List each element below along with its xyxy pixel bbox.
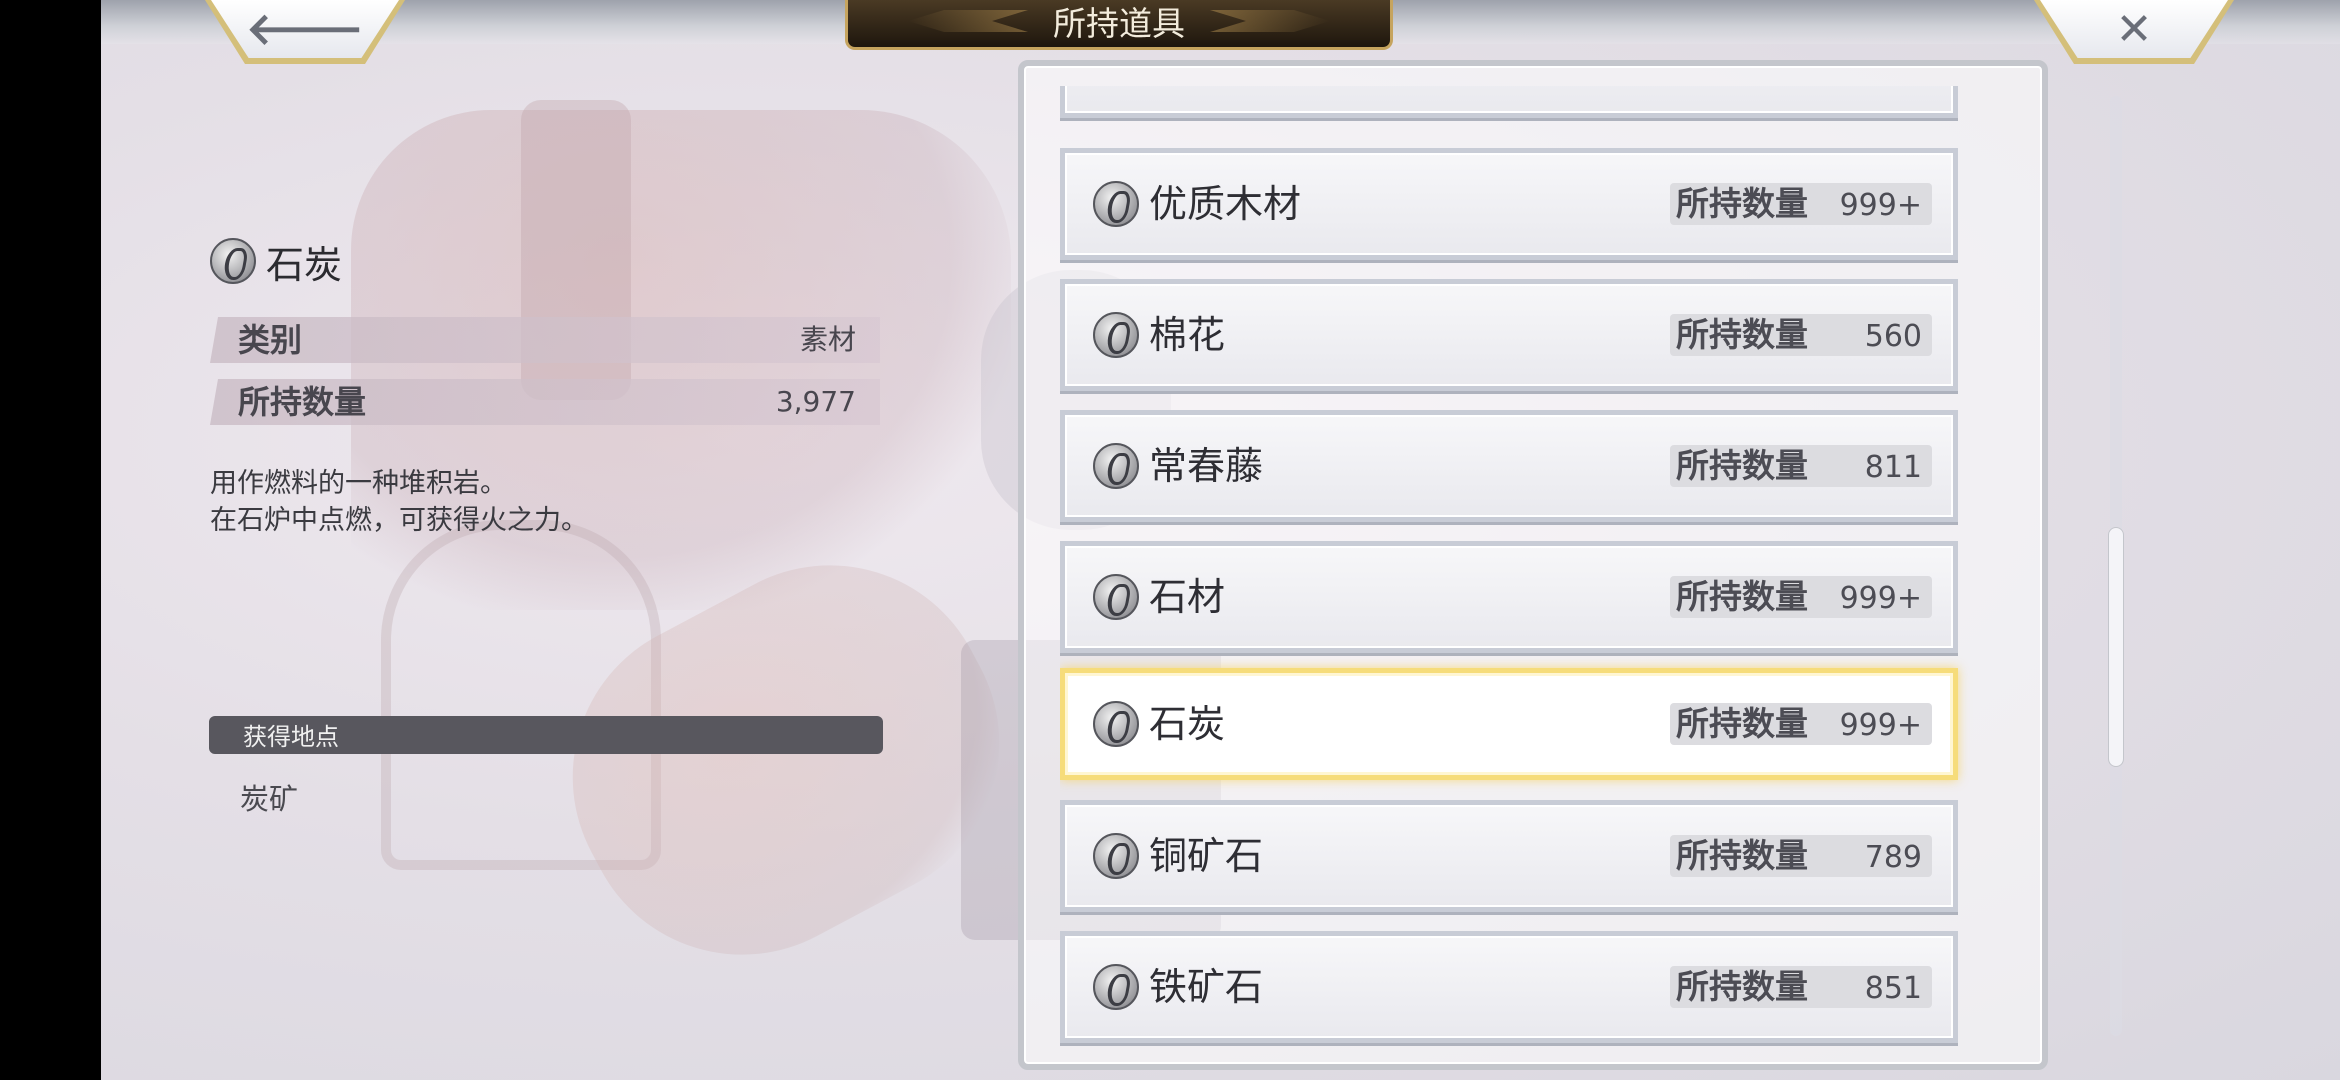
quantity-label: 所持数量 — [1676, 836, 1808, 875]
quantity-badge: 所持数量 999+ — [1670, 183, 1932, 225]
quantity-value: 999+ — [1839, 581, 1922, 616]
scrollbar-thumb[interactable] — [2108, 527, 2124, 767]
quantity-label: 所持数量 — [1676, 704, 1808, 743]
item-description: 用作燃料的一种堆积岩。 在石炉中点燃，可获得火之力。 — [210, 468, 588, 536]
source-header-label: 获得地点 — [243, 723, 339, 751]
quantity-badge: 所持数量 999+ — [1670, 703, 1932, 745]
inventory-item-name: 常春藤 — [1149, 444, 1264, 488]
inventory-item-name: 铜矿石 — [1149, 834, 1264, 878]
quantity-label: 所持数量 — [1676, 184, 1808, 223]
inventory-item-name: 石炭 — [1149, 702, 1226, 746]
inventory-item-name: 棉花 — [1149, 313, 1226, 357]
source-location-item[interactable]: 炭矿 — [240, 776, 298, 818]
quantity-label: 所持数量 — [1676, 967, 1808, 1006]
inventory-row-selected[interactable]: 石炭 所持数量 999+ — [1060, 668, 1958, 780]
back-arrow-icon: 🡐 — [246, 4, 364, 55]
back-button[interactable]: 🡐 — [205, 0, 405, 64]
quantity-badge: 所持数量 789 — [1670, 835, 1932, 877]
item-rune-icon — [1093, 574, 1139, 620]
inventory-item-name: 优质木材 — [1149, 182, 1302, 226]
close-button[interactable]: ✕ — [2034, 0, 2234, 64]
quantity-label: 所持数量 — [1676, 315, 1808, 354]
quantity-value: 811 — [1864, 450, 1922, 485]
inventory-row[interactable]: 石材 所持数量 999+ — [1060, 541, 1958, 653]
quantity-badge: 所持数量 811 — [1670, 445, 1932, 487]
category-label: 类别 — [238, 321, 303, 359]
owned-quantity-value: 3,977 — [775, 385, 856, 418]
item-detail-header: 石炭 — [210, 233, 342, 289]
quantity-value: 851 — [1864, 971, 1922, 1006]
category-row: 类别 素材 — [210, 317, 880, 363]
inventory-row[interactable]: 铁矿石 所持数量 851 — [1060, 931, 1958, 1043]
quantity-label: 所持数量 — [1676, 577, 1808, 616]
inventory-item-name: 铁矿石 — [1149, 965, 1264, 1009]
item-rune-icon — [1093, 833, 1139, 879]
source-header-bar: 获得地点 — [209, 716, 883, 754]
inventory-row[interactable]: 棉花 所持数量 560 — [1060, 279, 1958, 391]
quantity-badge: 所持数量 999+ — [1670, 576, 1932, 618]
item-detail-name: 石炭 — [266, 242, 343, 287]
quantity-value: 999+ — [1839, 708, 1922, 743]
inventory-list[interactable]: 优质木材 所持数量 999+ 棉花 所持数量 560 常春藤 所持数量 811 … — [1060, 86, 1980, 1046]
item-rune-icon — [1093, 312, 1139, 358]
item-rune-icon — [1093, 181, 1139, 227]
title-plate: 所持道具 — [845, 0, 1393, 50]
inventory-row[interactable] — [1060, 86, 1958, 118]
quantity-value: 789 — [1864, 840, 1922, 875]
quantity-label: 所持数量 — [1676, 446, 1808, 485]
owned-quantity-label: 所持数量 — [238, 383, 367, 421]
item-rune-icon — [1093, 964, 1139, 1010]
item-rune-icon — [210, 238, 256, 284]
inventory-row[interactable]: 铜矿石 所持数量 789 — [1060, 800, 1958, 912]
quantity-value: 560 — [1864, 319, 1922, 354]
quantity-value: 999+ — [1839, 188, 1922, 223]
owned-quantity-row: 所持数量 3,977 — [210, 379, 880, 425]
inventory-item-name: 石材 — [1149, 575, 1226, 619]
close-icon: ✕ — [2115, 4, 2153, 55]
inventory-row[interactable]: 优质木材 所持数量 999+ — [1060, 148, 1958, 260]
item-rune-icon — [1093, 701, 1139, 747]
inventory-row[interactable]: 常春藤 所持数量 811 — [1060, 410, 1958, 522]
quantity-badge: 所持数量 560 — [1670, 314, 1932, 356]
category-value: 素材 — [799, 323, 856, 356]
page-title: 所持道具 — [1053, 4, 1185, 43]
quantity-badge: 所持数量 851 — [1670, 966, 1932, 1008]
item-rune-icon — [1093, 443, 1139, 489]
